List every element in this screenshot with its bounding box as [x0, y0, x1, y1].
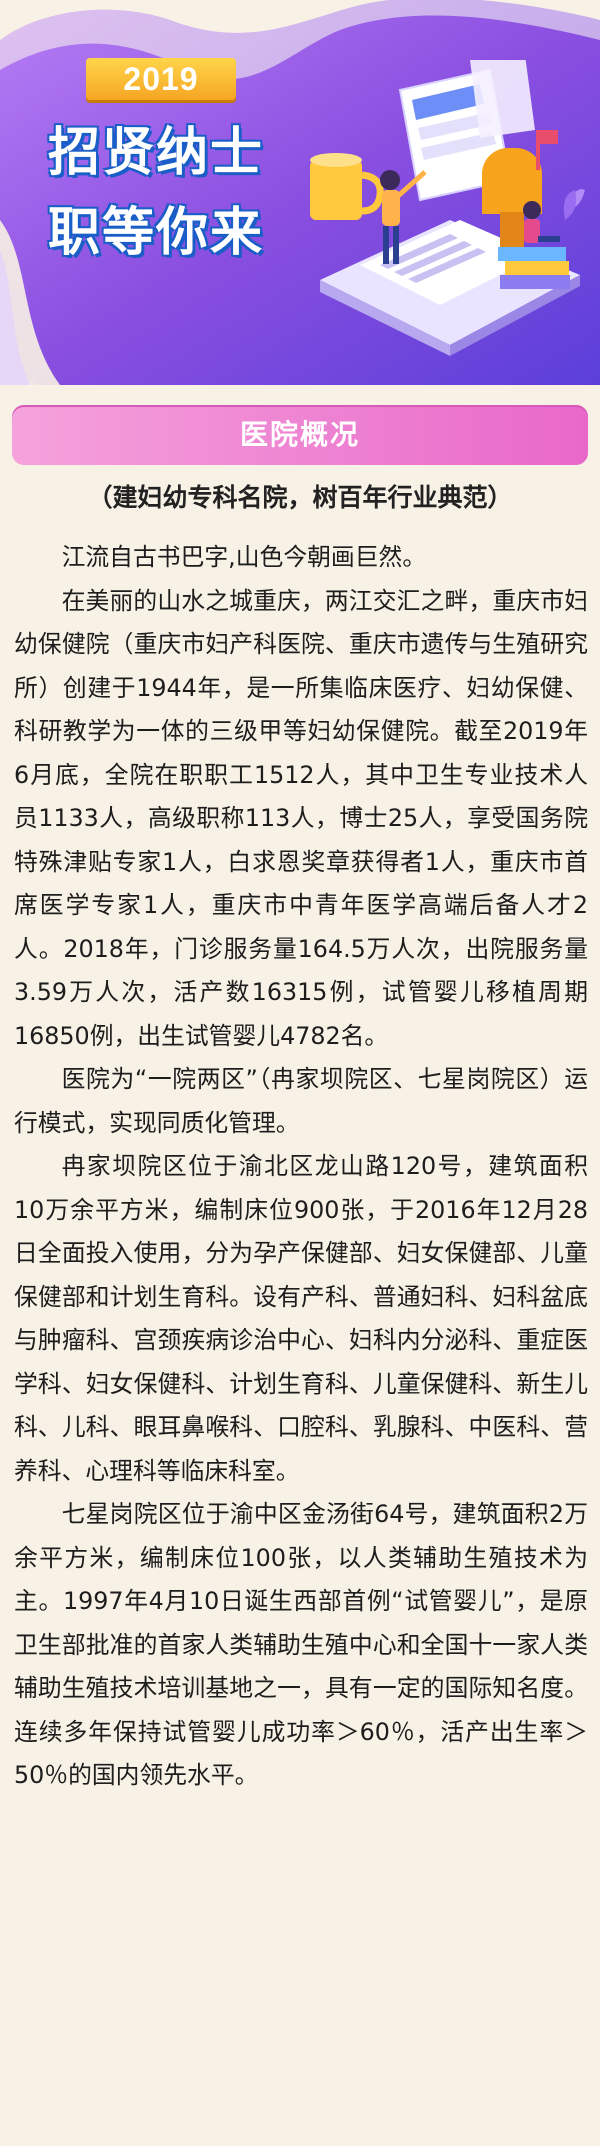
paragraph: 在美丽的山水之城重庆，两江交汇之畔，重庆市妇幼保健院（重庆市妇产科医院、重庆市遗… — [14, 586, 588, 1050]
hero-title-line1: 招贤纳士 — [48, 123, 265, 183]
hero-banner: 2019 招贤纳士 职等你来 — [0, 0, 600, 385]
paragraph: 七星岗院区位于渝中区金汤街64号，建筑面积2万余平方米，编制床位100张，以人类… — [14, 1500, 588, 1789]
year-badge: 2019 — [86, 58, 236, 100]
section-subtitle: （建妇幼专科名院，树百年行业典范） — [87, 483, 513, 512]
paragraph: 冉家坝院区位于渝北区龙山路120号，建筑面积10万余平方米，编制床位900张，于… — [14, 1152, 588, 1485]
office-desk-illustration — [310, 60, 585, 356]
paragraph: 江流自古书巴字,山色今朝画巨然。 — [61, 543, 427, 571]
article-body: 江流自古书巴字,山色今朝画巨然。 在美丽的山水之城重庆，两江交汇之畔，重庆市妇幼… — [14, 536, 588, 1798]
hero-title-line2: 职等你来 — [48, 203, 265, 263]
section-header-bar: 医院概况 — [12, 405, 588, 465]
paragraph: 医院为“一院两区”（冉家坝院区、七星岗院区）运行模式，实现同质化管理。 — [14, 1065, 588, 1137]
section-title: 医院概况 — [239, 418, 360, 451]
